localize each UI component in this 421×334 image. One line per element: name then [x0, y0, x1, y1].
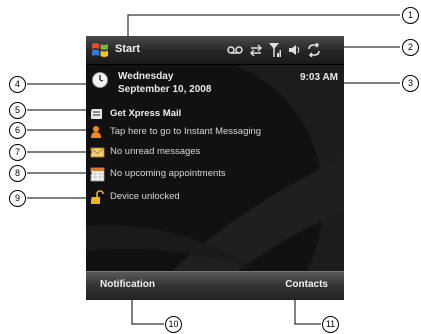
callout-7: 7 — [9, 144, 26, 161]
callout-8: 8 — [9, 165, 26, 182]
callout-2: 2 — [402, 39, 419, 56]
callout-11: 11 — [322, 316, 339, 333]
callout-4: 4 — [9, 76, 26, 93]
callout-10: 10 — [165, 316, 182, 333]
callout-9: 9 — [9, 190, 26, 207]
callout-lines — [27, 14, 400, 325]
callout-6: 6 — [9, 122, 26, 139]
callout-1: 1 — [402, 7, 419, 24]
callout-5: 5 — [9, 102, 26, 119]
callout-3: 3 — [402, 75, 419, 92]
